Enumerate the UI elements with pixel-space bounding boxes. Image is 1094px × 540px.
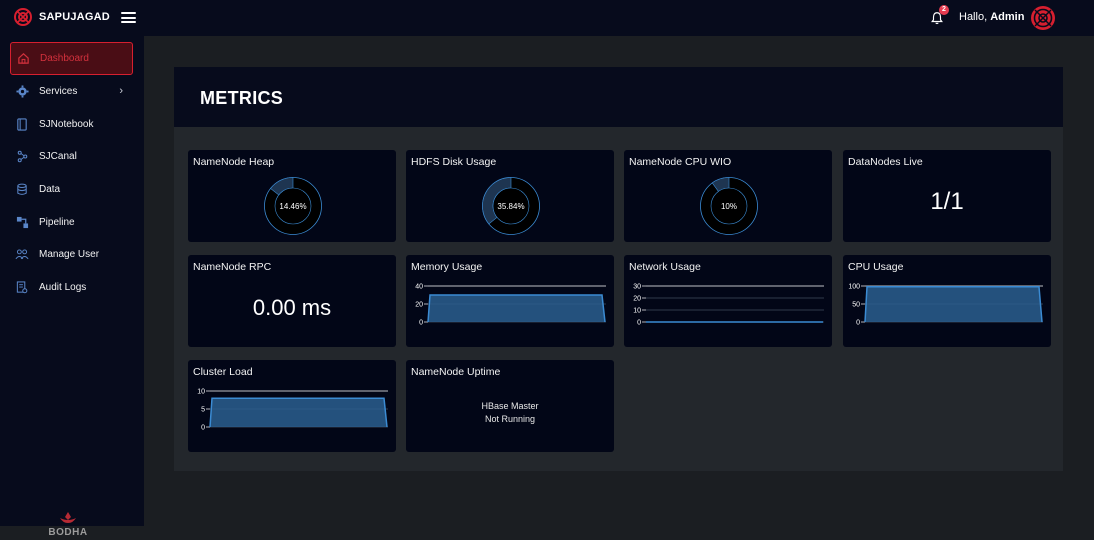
sidebar-item-label: Audit Logs: [39, 282, 87, 293]
user-greeting: Hallo, Admin: [959, 11, 1024, 23]
sidebar-item-data[interactable]: Data: [10, 173, 133, 206]
tile-title: Memory Usage: [411, 261, 483, 273]
network-usage-chart: 30 20 10 0: [633, 284, 824, 327]
y-tick-label: 10: [197, 389, 205, 396]
sidebar-item-dashboard[interactable]: Dashboard: [10, 42, 133, 75]
tile-title: DataNodes Live: [848, 156, 923, 168]
y-tick-label: 10: [633, 308, 641, 315]
notification-bell-icon[interactable]: 2: [930, 5, 949, 25]
tile-cpu-usage: CPU Usage 100 50 0: [843, 255, 1051, 347]
gear-icon: [15, 85, 29, 99]
sidebar-item-label: Dashboard: [40, 53, 89, 64]
bodha-logo-text: BODHA: [48, 527, 87, 538]
audit-icon: [15, 281, 29, 295]
uptime-status-line2: Not Running: [484, 414, 536, 424]
bodha-logo: BODHA: [48, 512, 87, 538]
sidebar-item-pipeline[interactable]: Pipeline: [10, 206, 133, 239]
donut-value-label: 10%: [721, 202, 737, 211]
tile-title: NameNode Heap: [193, 156, 275, 168]
tile-title: Network Usage: [629, 261, 701, 273]
users-icon: [15, 248, 29, 262]
series-area: [428, 295, 605, 322]
sidebar-item-sjcanal[interactable]: SJCanal: [10, 140, 133, 173]
sidebar-item-label: SJCanal: [39, 151, 77, 162]
sidebar: Dashboard Services › SJNotebook SJCanal …: [0, 36, 144, 538]
home-icon: [16, 52, 30, 66]
greeting-prefix: Hallo,: [959, 11, 988, 23]
notebook-icon: [15, 118, 29, 132]
brand[interactable]: SAPUJAGAD: [14, 8, 110, 26]
tile-namenode-heap: NameNode Heap 14.46%: [188, 150, 396, 242]
y-tick-label: 0: [856, 320, 860, 327]
tile-title: HDFS Disk Usage: [411, 156, 497, 168]
user-name: Admin: [990, 11, 1025, 23]
sidebar-item-audit-logs[interactable]: Audit Logs: [10, 271, 133, 304]
canal-icon: [15, 150, 29, 164]
menu-toggle-icon[interactable]: [121, 12, 136, 23]
series-area: [865, 286, 1042, 322]
y-tick-label: 30: [633, 284, 641, 291]
tile-title: NameNode Uptime: [411, 366, 501, 378]
page-title: METRICS: [200, 88, 284, 108]
sidebar-item-label: SJNotebook: [39, 119, 94, 130]
tile-cluster-load: Cluster Load 10 5 0: [188, 360, 396, 452]
donut-value-label: 14.46%: [279, 202, 306, 211]
database-icon: [15, 183, 29, 197]
y-tick-label: 40: [415, 284, 423, 291]
tile-datanodes-live: DataNodes Live 1/1: [843, 150, 1051, 242]
series-area: [210, 398, 387, 427]
notification-count-badge: 2: [939, 5, 949, 15]
tile-hdfs-disk-usage: HDFS Disk Usage 35.84%: [406, 150, 614, 242]
cpu-wio-donut-chart: 10%: [700, 177, 758, 235]
user-avatar-icon[interactable]: [1030, 5, 1056, 31]
cluster-load-chart: 10 5 0: [197, 389, 388, 432]
y-tick-label: 0: [201, 425, 205, 432]
sidebar-item-label: Services: [39, 86, 78, 97]
y-tick-label: 100: [848, 284, 860, 291]
tile-title: CPU Usage: [848, 261, 904, 273]
uptime-status-line1: HBase Master: [481, 401, 539, 411]
tile-memory-usage: Memory Usage 40 20 0: [406, 255, 614, 347]
sidebar-item-label: Manage User: [39, 249, 100, 260]
sidebar-item-label: Data: [39, 184, 61, 195]
sidebar-item-label: Pipeline: [39, 217, 75, 228]
brand-logo-icon: [14, 8, 32, 26]
y-tick-label: 0: [637, 320, 641, 327]
memory-usage-chart: 40 20 0: [415, 284, 606, 327]
disk-donut-chart: 35.84%: [482, 177, 540, 235]
tile-title: NameNode RPC: [193, 261, 272, 273]
sidebar-item-manage-user[interactable]: Manage User: [10, 238, 133, 271]
y-tick-label: 20: [633, 296, 641, 303]
heap-donut-chart: 14.46%: [264, 177, 322, 235]
namenode-rpc-value: 0.00 ms: [252, 295, 332, 320]
datanodes-live-value: 1/1: [930, 188, 964, 215]
cpu-usage-chart: 100 50 0: [848, 284, 1043, 327]
sidebar-item-services[interactable]: Services ›: [10, 75, 133, 108]
tile-title: Cluster Load: [193, 366, 253, 378]
brand-name: SAPUJAGAD: [39, 11, 110, 23]
y-tick-label: 5: [201, 407, 205, 414]
tile-title: NameNode CPU WIO: [629, 156, 732, 168]
pipeline-icon: [15, 216, 29, 230]
sidebar-item-sjnotebook[interactable]: SJNotebook: [10, 108, 133, 141]
y-tick-label: 50: [852, 302, 860, 309]
top-bar: SAPUJAGAD 2 Hallo, Admin: [0, 0, 1094, 36]
chevron-right-icon: ›: [119, 85, 123, 97]
y-tick-label: 20: [415, 302, 423, 309]
tile-namenode-uptime: NameNode Uptime HBase Master Not Running: [406, 360, 614, 452]
tile-namenode-cpu-wio: NameNode CPU WIO 10%: [624, 150, 832, 242]
tile-network-usage: Network Usage 30 20 10 0: [624, 255, 832, 347]
tile-namenode-rpc: NameNode RPC 0.00 ms: [188, 255, 396, 347]
donut-value-label: 35.84%: [497, 202, 524, 211]
uptime-status: HBase Master Not Running: [406, 400, 614, 426]
y-tick-label: 0: [419, 320, 423, 327]
metrics-header: METRICS: [174, 67, 1063, 127]
